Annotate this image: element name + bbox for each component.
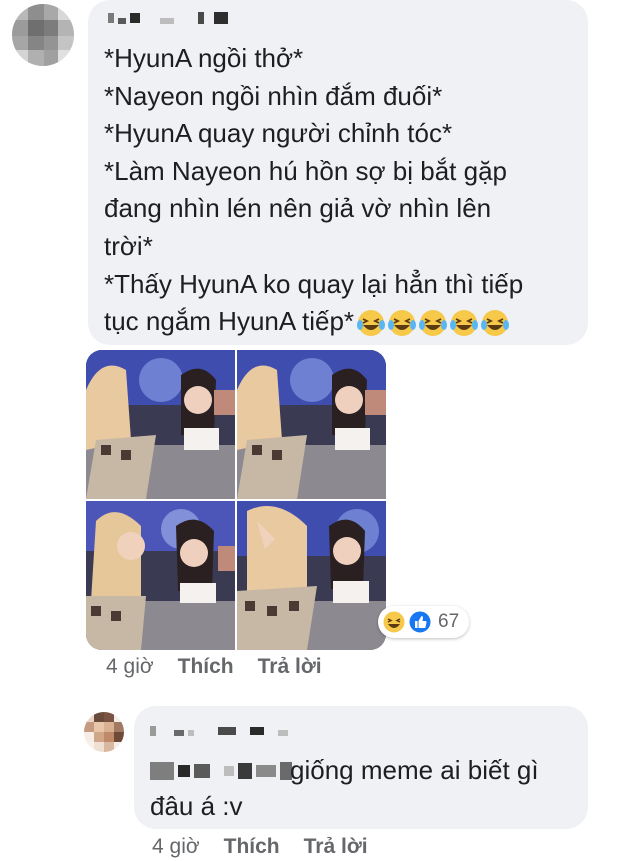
comment-actions: 4 giờ Thích Trả lời xyxy=(106,655,346,679)
comment-line: *Nayeon ngồi nhìn đắm đuối* xyxy=(104,80,443,111)
laughing-tears-emoji-icon xyxy=(357,310,386,337)
comment-line: *HyunA ngồi thở* xyxy=(104,43,304,73)
pixelated-avatar-icon xyxy=(12,4,74,66)
reply-time[interactable]: 4 giờ xyxy=(152,835,200,859)
reply-button[interactable]: Trả lời xyxy=(304,835,368,859)
comment-line: *Thấy HyunA ko quay lại hẳn thì tiếp xyxy=(104,268,524,299)
commenter-name-blurred[interactable] xyxy=(108,12,228,24)
comment-line: *HyunA quay người chỉnh tóc* xyxy=(104,118,453,149)
reaction-count: 67 xyxy=(438,611,460,632)
photo-thumbnail xyxy=(237,350,386,499)
reply-button[interactable]: Trả lời xyxy=(258,655,322,679)
attached-photo[interactable] xyxy=(86,350,235,499)
like-button[interactable]: Thích xyxy=(224,835,280,859)
pixelated-avatar-icon xyxy=(84,712,124,752)
reply-actions: 4 giờ Thích Trả lời xyxy=(152,835,392,859)
photo-thumbnail xyxy=(86,350,235,499)
laughing-tears-emoji-icon xyxy=(388,310,417,337)
attached-photo-grid[interactable] xyxy=(86,350,386,650)
comment-line: đang nhìn lén nên giả vờ nhìn lên xyxy=(104,193,492,224)
replier-avatar[interactable] xyxy=(84,712,124,752)
comment-time[interactable]: 4 giờ xyxy=(106,655,154,679)
reply-line: đâu á :v xyxy=(150,791,243,821)
photo-thumbnail xyxy=(86,501,235,650)
reply-line: giống meme ai biết gì xyxy=(290,755,539,785)
like-reaction-icon xyxy=(408,610,432,634)
photo-thumbnail xyxy=(237,501,386,650)
reaction-summary[interactable]: 67 xyxy=(378,606,470,638)
laughing-tears-emoji-icon xyxy=(481,310,510,337)
emoji-row xyxy=(356,308,510,338)
attached-photo[interactable] xyxy=(237,350,386,499)
comment-line: tục ngắm HyunA tiếp* xyxy=(104,306,355,337)
comment-line-last: tục ngắm HyunA tiếp* xyxy=(104,303,582,341)
commenter-avatar[interactable] xyxy=(12,4,74,66)
comment-line: trời* xyxy=(104,230,153,261)
haha-reaction-icon xyxy=(382,610,406,634)
reply-text: giống meme ai biết gì đâu á :v xyxy=(150,752,580,824)
attached-photo[interactable] xyxy=(237,501,386,650)
laughing-tears-emoji-icon xyxy=(419,310,448,337)
like-button[interactable]: Thích xyxy=(178,655,234,679)
attached-photo[interactable] xyxy=(86,501,235,650)
replier-name-blurred[interactable] xyxy=(150,726,288,736)
comment-text: *HyunA ngồi thở* *Nayeon ngồi nhìn đắm đ… xyxy=(104,40,582,341)
laughing-tears-emoji-icon xyxy=(450,310,479,337)
comment-line: *Làm Nayeon hú hồn sợ bị bắt gặp xyxy=(104,155,507,186)
